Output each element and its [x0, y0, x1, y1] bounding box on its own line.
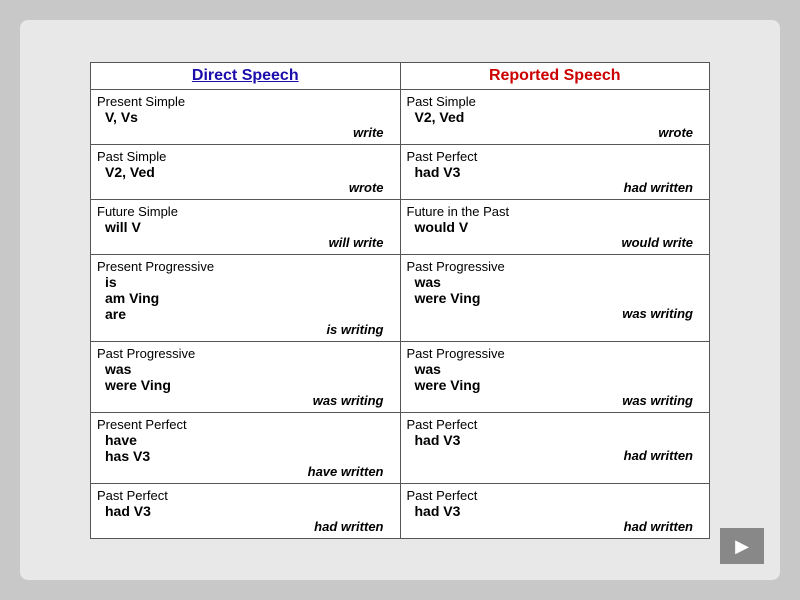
reported-cell: Past Perfecthad V3had written	[400, 144, 710, 199]
direct-cell: Past Progressivewaswere Vingwas writing	[91, 341, 401, 412]
table-wrapper: Direct Speech Reported Speech Present Si…	[90, 62, 710, 539]
next-button[interactable]	[720, 528, 764, 564]
reported-cell: Past SimpleV2, Vedwrote	[400, 89, 710, 144]
direct-cell: Present SimpleV, Vswrite	[91, 89, 401, 144]
slide-container: Direct Speech Reported Speech Present Si…	[20, 20, 780, 580]
reported-cell: Past Progressivewaswere Vingwas writing	[400, 254, 710, 341]
grammar-table: Direct Speech Reported Speech Present Si…	[90, 62, 710, 539]
direct-cell: Past Perfecthad V3had written	[91, 483, 401, 538]
header-direct: Direct Speech	[91, 62, 401, 89]
direct-cell: Past SimpleV2, Vedwrote	[91, 144, 401, 199]
reported-cell: Past Progressivewaswere Vingwas writing	[400, 341, 710, 412]
reported-cell: Past Perfecthad V3had written	[400, 483, 710, 538]
header-reported: Reported Speech	[400, 62, 710, 89]
direct-cell: Present Progressiveisam Vingareis writin…	[91, 254, 401, 341]
direct-cell: Future Simplewill Vwill write	[91, 199, 401, 254]
direct-cell: Present Perfecthavehas V3have written	[91, 412, 401, 483]
reported-cell: Past Perfecthad V3had written	[400, 412, 710, 483]
reported-cell: Future in the Pastwould Vwould write	[400, 199, 710, 254]
